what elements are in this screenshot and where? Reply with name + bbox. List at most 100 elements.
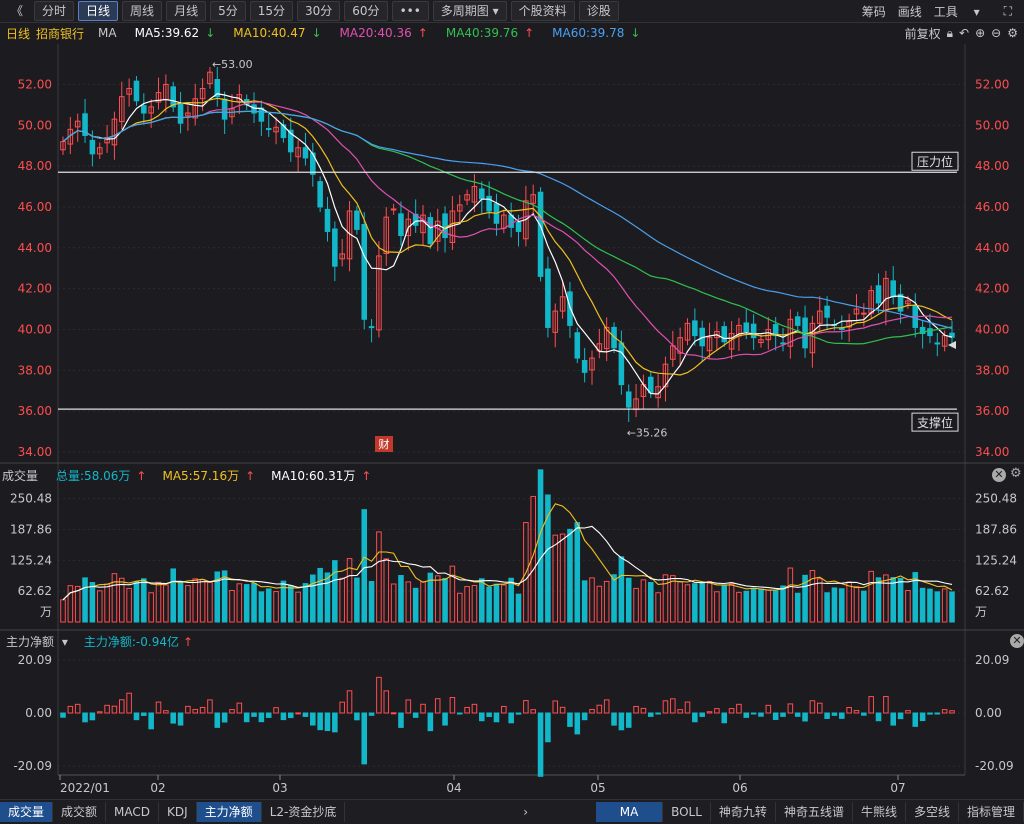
- volume-bar: [96, 590, 103, 623]
- arrow-up-icon: ↑: [361, 468, 372, 483]
- x-tick-label: 04: [446, 781, 461, 795]
- candle-body: [927, 328, 933, 337]
- moneyflow-bar: [596, 704, 603, 714]
- candle-body: [354, 210, 360, 230]
- volume-tick-left: 250.48: [10, 492, 52, 506]
- moneyflow-bar: [934, 712, 941, 715]
- volume-bar: [699, 582, 705, 623]
- volume-bar: [310, 574, 316, 623]
- volume-bar: [434, 575, 441, 623]
- tab-long-short[interactable]: 多空线: [906, 802, 959, 822]
- volume-bar: [692, 583, 698, 623]
- candle-body: [258, 107, 265, 122]
- moneyflow-bar: [508, 712, 514, 724]
- tab-indicator-manage[interactable]: 指标管理: [959, 802, 1024, 822]
- volume-header: 成交量 总量:58.06万 ↑ MA5:57.16万 ↑ MA10:60.31万 ↑: [0, 466, 1024, 484]
- moneyflow-bar: [750, 712, 757, 715]
- moneyflow-bar: [383, 690, 390, 714]
- volume-bars-group: [60, 469, 955, 623]
- price-tick-right: 38.00: [975, 363, 1009, 377]
- tab-kdj[interactable]: KDJ: [159, 802, 197, 822]
- moneyflow-bar: [758, 712, 764, 717]
- moneyflow-bar: [611, 712, 617, 726]
- moneyflow-bar: [912, 712, 919, 727]
- moneyflow-bar: [515, 712, 522, 715]
- tab-macd[interactable]: MACD: [106, 802, 160, 822]
- moneyflow-bar: [919, 712, 926, 722]
- tab-ma[interactable]: MA: [596, 802, 664, 822]
- tab-boll[interactable]: BOLL: [663, 802, 711, 822]
- price-tick-right: 40.00: [975, 322, 1009, 336]
- candle-body: [479, 188, 485, 200]
- settings-icon[interactable]: ⚙: [1010, 466, 1022, 481]
- price-tick-right: 46.00: [975, 200, 1009, 214]
- candle-body: [537, 191, 544, 277]
- tab-nine-turn[interactable]: 神奇九转: [711, 802, 776, 822]
- moneyflow-bar: [743, 712, 750, 718]
- moneyflow-bar: [736, 703, 742, 714]
- moneyflow-bar: [89, 712, 96, 721]
- moneyflow-bar: [427, 712, 434, 732]
- moneyflow-bar: [875, 712, 882, 722]
- candle-body: [721, 326, 728, 343]
- moneyflow-bar: [765, 704, 772, 714]
- volume-bar: [890, 577, 897, 623]
- volume-bar: [728, 583, 735, 623]
- moneyflow-bar: [273, 707, 279, 714]
- moneyflow-bar: [258, 712, 265, 723]
- moneyflow-bar: [640, 707, 647, 714]
- volume-bar: [750, 587, 757, 623]
- moneyflow-bar: [486, 712, 492, 717]
- volume-bar: [192, 578, 199, 623]
- volume-bar: [684, 584, 691, 623]
- tab-moneyflow[interactable]: 主力净额: [196, 802, 262, 822]
- tab-l2-bottom[interactable]: L2-资金抄底: [262, 802, 346, 822]
- moneyflow-bar: [618, 712, 625, 731]
- moneyflow-bar: [927, 712, 933, 715]
- moneyflow-tick-left: 20.09: [18, 653, 52, 667]
- volume-bar: [919, 587, 926, 623]
- volume-bar: [714, 591, 720, 623]
- candle-body: [750, 323, 757, 339]
- candle-body: [133, 80, 140, 102]
- moneyflow-bar: [185, 705, 191, 714]
- moneyflow-tick-right: -20.09: [975, 759, 1014, 773]
- volume-bar: [60, 599, 66, 623]
- candle-body: [390, 208, 397, 211]
- close-icon[interactable]: ✕: [1010, 634, 1024, 648]
- moneyflow-bar: [787, 703, 794, 714]
- volume-bar: [787, 567, 794, 623]
- tab-turnover[interactable]: 成交额: [53, 802, 107, 822]
- tab-bull-bear[interactable]: 牛熊线: [853, 802, 906, 822]
- moneyflow-bar: [74, 703, 81, 714]
- volume-bar: [567, 528, 573, 623]
- moneyflow-title[interactable]: 主力净额 ▾: [2, 633, 68, 650]
- price-tick-right: 48.00: [975, 159, 1009, 173]
- close-icon[interactable]: ✕: [992, 468, 1006, 482]
- moneyflow-bar: [82, 712, 88, 723]
- ma5-line: [62, 93, 953, 395]
- tabs-scroll-right[interactable]: ›: [515, 802, 536, 822]
- volume-bar: [934, 591, 941, 623]
- volume-bar: [251, 583, 257, 623]
- moneyflow-bar: [442, 712, 448, 726]
- volume-bar: [464, 586, 470, 623]
- moneyflow-bar: [192, 708, 199, 714]
- volume-bar: [765, 589, 772, 623]
- price-tick-left: 42.00: [18, 282, 52, 296]
- moneyflow-bar: [949, 710, 955, 714]
- volume-bar: [486, 586, 492, 623]
- moneyflow-bar: [339, 701, 345, 714]
- tab-five-lines[interactable]: 神奇五线谱: [776, 802, 853, 822]
- moneyflow-header: 主力净额 ▾ 主力净额:-0.94亿 ↑: [0, 632, 1024, 650]
- moneyflow-bar: [104, 704, 110, 714]
- tab-volume[interactable]: 成交量: [0, 802, 54, 822]
- volume-bar: [456, 592, 463, 623]
- chart-canvas[interactable]: 52.00 52.00 50.00 50.00 48.00 48.00 46.00 46.00…: [0, 0, 1024, 823]
- x-tick-label: 2022/01: [60, 781, 110, 795]
- volume-bar: [846, 581, 852, 623]
- moneyflow-bar: [530, 709, 536, 714]
- moneyflow-bar: [148, 712, 154, 730]
- x-tick-label: 03: [272, 781, 287, 795]
- moneyflow-tick-right: 0.00: [975, 706, 1002, 720]
